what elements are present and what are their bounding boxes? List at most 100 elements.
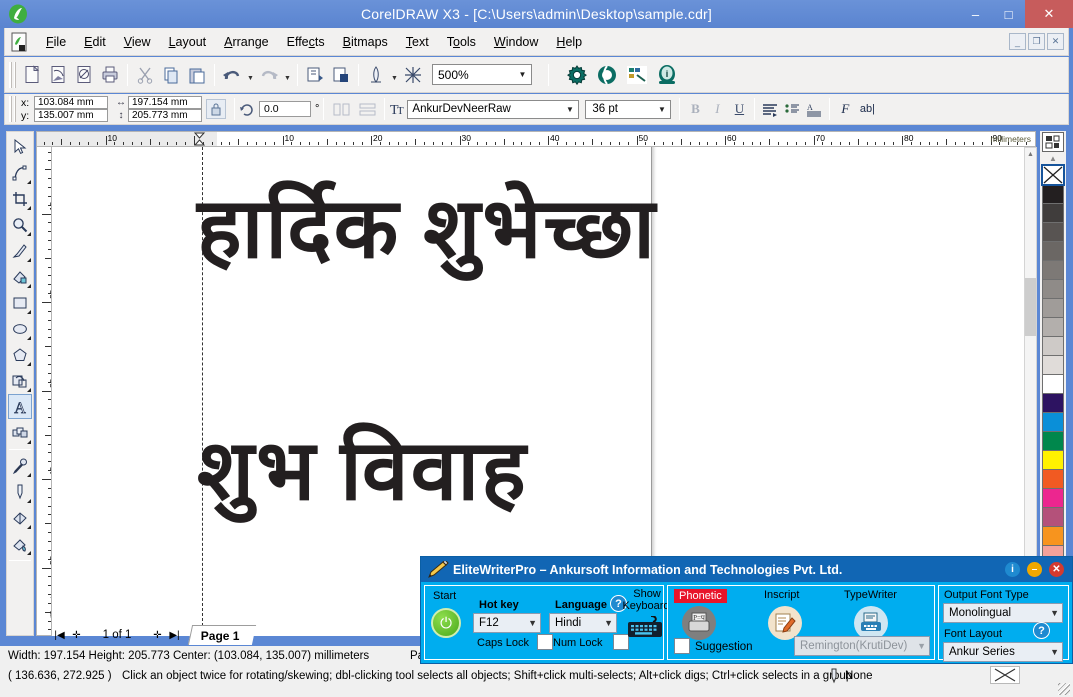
window-maximize-button[interactable]: □ [992,0,1025,28]
palette-swatch[interactable] [1042,298,1064,318]
menu-layout[interactable]: Layout [160,32,216,52]
edit-text-button[interactable]: ab| [856,98,878,120]
caps-lock-checkbox[interactable] [537,634,553,650]
chevron-down-icon[interactable]: ▼ [1050,643,1059,661]
menu-bitmaps[interactable]: Bitmaps [334,32,397,52]
palette-options-icon[interactable] [1042,132,1064,152]
text-align-button[interactable] [759,98,781,120]
palette-swatch[interactable] [1042,222,1064,242]
y-position-input[interactable]: 135.007 mm [34,109,108,122]
rectangle-tool[interactable] [8,290,32,315]
basic-shapes-tool[interactable] [8,368,32,393]
info-button[interactable]: i [1005,562,1020,577]
palette-swatch[interactable] [1042,355,1064,375]
palette-swatch[interactable] [1042,241,1064,261]
palette-swatch[interactable] [1042,412,1064,432]
menu-edit[interactable]: Edit [75,32,115,52]
outline-tool[interactable] [8,479,32,504]
open-document-icon[interactable] [46,63,70,87]
chevron-down-icon[interactable]: ▼ [604,614,613,632]
mdi-restore-button[interactable]: ❐ [1028,33,1045,50]
suggestion-checkbox[interactable] [674,638,690,654]
flyout-arrow-icon[interactable] [27,206,31,210]
mirror-vertical-button[interactable] [355,97,379,121]
flyout-arrow-icon[interactable] [27,180,31,184]
minimize-button[interactable]: – [1027,562,1042,577]
inscript-mode-icon[interactable] [768,606,802,640]
palette-swatch[interactable] [1042,393,1064,413]
palette-swatch[interactable] [1042,526,1064,546]
artistic-text-line-1[interactable]: हार्दिक शुभेच्छा [197,167,657,282]
copy-icon[interactable] [159,63,183,87]
window-minimize-button[interactable]: – [959,0,992,28]
font-layout-help-icon[interactable]: ? [1033,622,1050,639]
artistic-text-line-2[interactable]: शुभ विवाह [197,409,528,524]
page-tab-page-1[interactable]: Page 1 [188,625,256,645]
ruler-origin-marker[interactable] [194,132,205,146]
horizontal-ruler[interactable]: 10102030405060708090 millimeters [36,131,1036,147]
fill-tool[interactable] [8,505,32,530]
application-launcher-icon[interactable] [364,63,388,87]
palette-swatch[interactable] [1042,469,1064,489]
window-resize-grip[interactable] [1058,683,1070,695]
flyout-arrow-icon[interactable] [27,473,31,477]
refresh-icon[interactable] [593,61,621,89]
shape-tool[interactable] [8,160,32,185]
palette-swatch[interactable] [1042,317,1064,337]
typewriter-mode-icon[interactable] [854,606,888,640]
phonetic-mode-icon[interactable]: P=प [682,606,716,640]
mode-typewriter-label[interactable]: TypeWriter [844,589,897,601]
underline-button[interactable]: U [728,98,750,120]
vertical-ruler[interactable]: 1020304050millimeters [36,147,52,636]
export-icon[interactable] [329,63,353,87]
mirror-horizontal-button[interactable] [329,97,353,121]
flyout-arrow-icon[interactable] [27,499,31,503]
menu-window[interactable]: Window [485,32,547,52]
menu-help[interactable]: Help [547,32,591,52]
pick-tool[interactable] [8,134,32,159]
show-keyboard-icon[interactable] [627,616,663,638]
polygon-tool[interactable] [8,342,32,367]
drop-cap-button[interactable]: A [803,98,825,120]
launcher-dropdown-icon[interactable]: ▼ [389,64,400,86]
last-page-button[interactable]: ▶| [167,627,182,643]
flyout-arrow-icon[interactable] [27,362,31,366]
smart-fill-tool[interactable] [8,264,32,289]
undo-icon[interactable] [220,63,244,87]
palette-swatch[interactable] [1042,507,1064,527]
palette-swatch[interactable] [1042,260,1064,280]
font-layout-select[interactable]: Ankur Series ▼ [943,642,1063,662]
palette-swatch[interactable] [1042,374,1064,394]
chevron-down-icon[interactable]: ▼ [561,101,578,118]
cut-icon[interactable] [133,63,157,87]
flyout-arrow-icon[interactable] [27,551,31,555]
corel-online-icon[interactable] [401,63,425,87]
character-format-button[interactable]: F [834,98,856,120]
chevron-down-icon[interactable]: ▼ [1050,604,1059,622]
menu-effects[interactable]: Effects [278,32,334,52]
interactive-fill-tool[interactable] [8,531,32,556]
options-gear-icon[interactable] [563,61,591,89]
ellipse-tool[interactable] [8,316,32,341]
bullet-list-button[interactable] [781,98,803,120]
flyout-arrow-icon[interactable] [27,232,31,236]
redo-dropdown-icon[interactable]: ▼ [282,64,293,86]
print-document-icon[interactable] [98,63,122,87]
flyout-arrow-icon[interactable] [27,258,31,262]
flyout-arrow-icon[interactable] [27,336,31,340]
chevron-down-icon[interactable]: ▼ [528,614,537,632]
flyout-arrow-icon[interactable] [27,440,31,444]
rotation-input[interactable]: 0.0 [259,101,311,117]
crop-tool[interactable] [8,186,32,211]
menu-file[interactable]: FFileile [37,32,75,52]
menu-arrange[interactable]: Arrange [215,32,277,52]
flyout-arrow-icon[interactable] [27,284,31,288]
x-position-input[interactable]: 103.084 mm [34,96,108,109]
scroll-up-arrow-icon[interactable]: ▲ [1025,148,1036,161]
scrollbar-thumb[interactable] [1025,278,1036,336]
info-icon[interactable]: i [653,61,681,89]
menu-view[interactable]: View [115,32,160,52]
toolbar-grip[interactable] [9,62,16,88]
add-page-before-button[interactable]: ✛ [69,627,84,643]
propertybar-grip[interactable] [9,96,16,122]
